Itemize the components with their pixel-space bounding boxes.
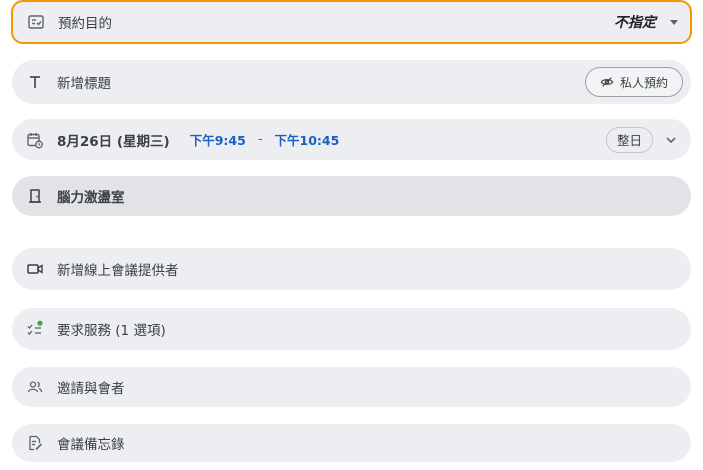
door-icon xyxy=(25,186,45,206)
notes-label: 會議備忘錄 xyxy=(57,437,125,453)
room-row[interactable]: 腦力激盪室 xyxy=(12,176,691,216)
guests-row[interactable]: 邀請與會者 xyxy=(12,367,691,407)
visibility-off-icon xyxy=(600,77,614,87)
private-booking-label: 私人預約 xyxy=(619,75,668,90)
add-conference-row[interactable]: 新增線上會議提供者 xyxy=(12,248,691,290)
checklist-dot-icon xyxy=(25,319,45,339)
guests-label: 邀請與會者 xyxy=(57,381,125,397)
services-label: 要求服務 (1 選項) xyxy=(57,323,166,339)
dropdown-caret-icon xyxy=(670,19,678,25)
private-booking-button[interactable]: 私人預約 xyxy=(584,67,683,97)
time-separator: - xyxy=(257,132,263,147)
notes-row[interactable]: 會議備忘錄 xyxy=(12,424,691,462)
note-edit-icon xyxy=(25,433,45,453)
add-conference-label: 新增線上會議提供者 xyxy=(57,263,179,279)
title-field[interactable]: 新增標題 私人預約 xyxy=(12,60,691,104)
checklist-icon xyxy=(26,12,46,32)
calendar-clock-icon xyxy=(25,130,45,150)
chevron-down-icon[interactable] xyxy=(665,134,677,146)
purpose-selector[interactable]: 預約目的 不指定 xyxy=(11,0,692,44)
date-text[interactable]: 8月26日 (星期三) xyxy=(57,130,170,150)
services-row[interactable]: 要求服務 (1 選項) xyxy=(12,308,691,350)
room-name: 腦力激盪室 xyxy=(57,190,125,206)
end-time[interactable]: 下午10:45 xyxy=(275,130,340,149)
all-day-toggle[interactable]: 整日 xyxy=(605,126,653,153)
purpose-value: 不指定 xyxy=(614,15,656,31)
text-icon xyxy=(25,72,45,92)
start-time[interactable]: 下午9:45 xyxy=(190,130,246,149)
videocam-icon xyxy=(25,259,45,279)
people-icon xyxy=(25,377,45,397)
title-placeholder: 新增標題 xyxy=(57,76,111,92)
datetime-row: 8月26日 (星期三) 下午9:45 - 下午10:45 整日 xyxy=(12,119,691,160)
purpose-label: 預約目的 xyxy=(58,16,112,32)
